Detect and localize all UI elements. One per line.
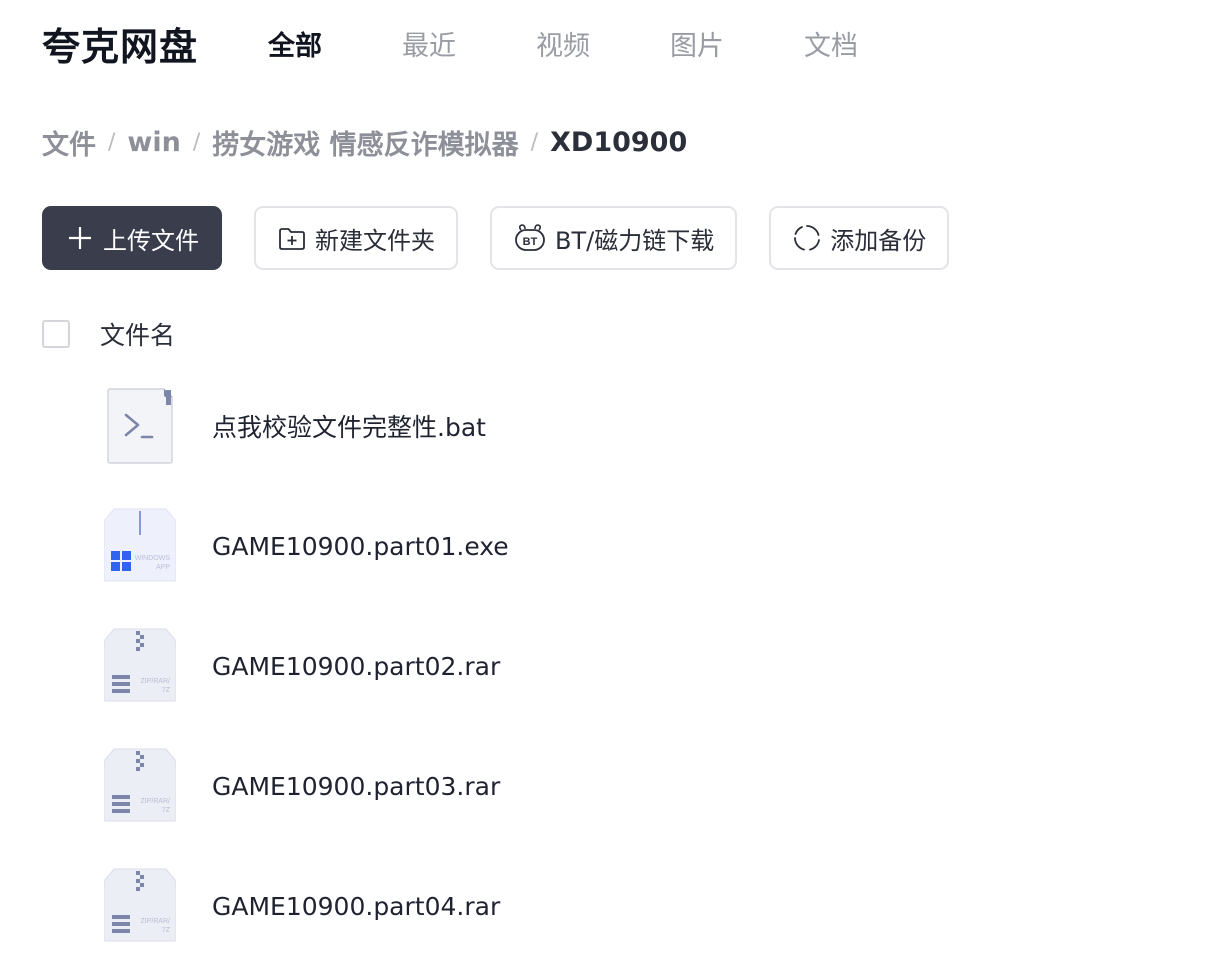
file-name[interactable]: GAME10900.part01.exe [212, 532, 509, 561]
windows-app-icon: WINDOWS APP [103, 507, 177, 585]
tab-document[interactable]: 文档 [804, 24, 858, 63]
archive-file-icon: ZIP/RAR/ 7Z [103, 627, 177, 705]
toolbar: 上传文件 新建文件夹 BT BT/磁力链下载 添加备份 [42, 206, 950, 270]
bt-icon: BT [513, 223, 547, 253]
breadcrumb-item-current: XD10900 [550, 126, 688, 158]
tab-recent[interactable]: 最近 [402, 24, 456, 63]
file-name[interactable]: 点我校验文件完整性.bat [212, 408, 486, 444]
file-row[interactable]: ZIP/RAR/ 7Z GAME10900.part03.rar [0, 726, 1216, 846]
new-folder-button-label: 新建文件夹 [315, 226, 435, 255]
archive-icon-text: 7Z [162, 687, 171, 694]
archive-icon-text: 7Z [162, 927, 171, 934]
bt-magnet-download-button[interactable]: BT BT/磁力链下载 [490, 206, 738, 270]
tab-all[interactable]: 全部 [268, 24, 322, 63]
category-nav: 全部 最近 视频 图片 文档 [268, 24, 858, 63]
sync-icon [792, 223, 822, 253]
breadcrumb-separator: / [108, 129, 116, 155]
file-name[interactable]: GAME10900.part03.rar [212, 772, 500, 801]
tab-video[interactable]: 视频 [536, 24, 590, 63]
archive-icon-text: ZIP/RAR/ [140, 918, 170, 925]
bt-icon-text: BT [523, 236, 538, 248]
plus-icon [65, 223, 95, 253]
file-list-header: 文件名 [42, 318, 175, 350]
upload-button-label: 上传文件 [103, 226, 199, 255]
add-backup-button[interactable]: 添加备份 [769, 206, 950, 270]
file-row[interactable]: 点我校验文件完整性.bat [0, 366, 1216, 486]
app-logo[interactable]: 夸克网盘 [42, 16, 198, 71]
breadcrumb: 文件 / win / 捞女游戏 情感反诈模拟器 / XD10900 [42, 122, 687, 162]
breadcrumb-item-files[interactable]: 文件 [42, 123, 96, 162]
bt-magnet-download-label: BT/磁力链下载 [555, 226, 715, 255]
file-row[interactable]: ZIP/RAR/ 7Z GAME10900.part04.rar [0, 846, 1216, 966]
add-backup-label: 添加备份 [830, 226, 927, 255]
tab-image[interactable]: 图片 [670, 24, 724, 63]
select-all-checkbox[interactable] [42, 320, 70, 348]
archive-file-icon: ZIP/RAR/ 7Z [103, 747, 177, 825]
file-name[interactable]: GAME10900.part04.rar [212, 892, 500, 921]
breadcrumb-item-game-folder[interactable]: 捞女游戏 情感反诈模拟器 [212, 123, 518, 162]
archive-file-icon: ZIP/RAR/ 7Z [103, 867, 177, 945]
windows-app-icon-text: APP [156, 564, 170, 571]
file-row[interactable]: WINDOWS APP GAME10900.part01.exe [0, 486, 1216, 606]
upload-button[interactable]: 上传文件 [42, 206, 222, 270]
breadcrumb-item-win[interactable]: win [127, 127, 180, 158]
file-name[interactable]: GAME10900.part02.rar [212, 652, 500, 681]
top-bar: 夸克网盘 全部 最近 视频 图片 文档 [42, 16, 858, 71]
archive-icon-text: 7Z [162, 807, 171, 814]
file-list: 点我校验文件完整性.bat WINDOWS APP GAME10900.part… [0, 366, 1216, 966]
windows-app-icon-text: WINDOWS [135, 555, 171, 562]
breadcrumb-separator: / [192, 129, 201, 155]
folder-plus-icon [277, 223, 307, 253]
archive-icon-text: ZIP/RAR/ [140, 678, 170, 685]
column-header-filename[interactable]: 文件名 [100, 316, 175, 352]
archive-icon-text: ZIP/RAR/ [140, 798, 170, 805]
breadcrumb-separator: / [530, 129, 539, 155]
file-row[interactable]: ZIP/RAR/ 7Z GAME10900.part02.rar [0, 606, 1216, 726]
new-folder-button[interactable]: 新建文件夹 [254, 206, 458, 270]
terminal-file-icon [104, 387, 176, 465]
